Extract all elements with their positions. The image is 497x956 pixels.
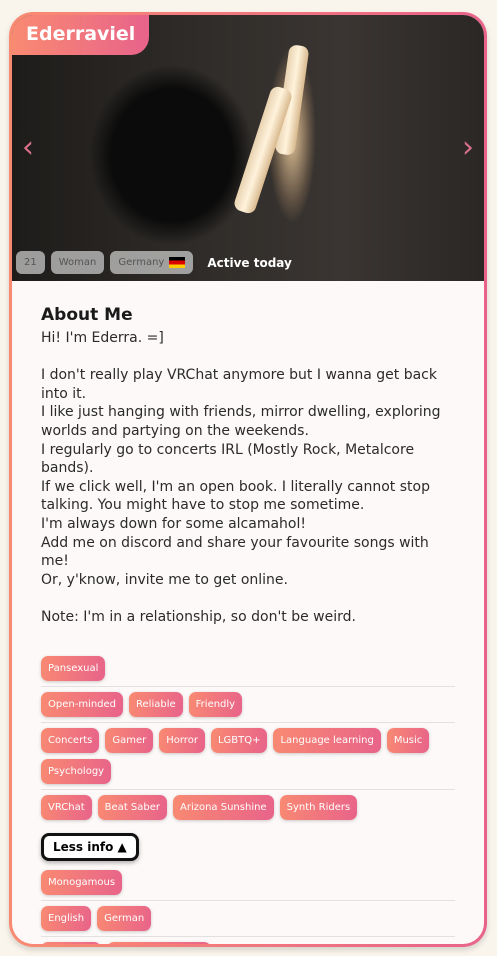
- tag: VRChat: [41, 794, 92, 820]
- tag: Gamer: [105, 727, 154, 753]
- tag: Horror: [159, 727, 205, 753]
- tag: Synth Riders: [279, 794, 358, 820]
- tag-row: Pansexual: [41, 651, 455, 687]
- tag: Pansexual: [41, 655, 106, 681]
- activity-status: Active today: [207, 255, 292, 270]
- tag: Reliable: [129, 691, 183, 717]
- tag-row: English German: [41, 901, 455, 937]
- tag-groups: Pansexual Open-minded Reliable Friendly Conc…: [41, 651, 455, 825]
- age-text: 21: [24, 257, 37, 268]
- profile-name: Ederraviel: [12, 15, 150, 55]
- tag-row: Monogamous: [41, 865, 455, 901]
- about-text: Hi! I'm Ederra. =] I don't really play V…: [41, 330, 441, 625]
- less-info-button[interactable]: Less info ▲: [41, 832, 139, 861]
- tag-row: VRChat Beat Saber Arizona Sunshine Synth Ri…: [41, 790, 455, 825]
- country-text: Germany: [118, 257, 165, 268]
- tag: Open-minded: [41, 691, 124, 717]
- about-heading: About Me: [41, 305, 133, 325]
- tag: Friendly: [188, 691, 243, 717]
- tag: Full-body tracking: [107, 941, 211, 944]
- tag: Language learning: [273, 727, 381, 753]
- tag: Concerts: [41, 727, 100, 753]
- profile-card: Ederraviel ‹ › 21 Woman Germany Active t…: [9, 12, 487, 947]
- tag: German: [97, 905, 152, 931]
- germany-flag-icon: [169, 257, 186, 268]
- tag: Monogamous: [41, 869, 123, 895]
- tag: LGBTQ+: [210, 727, 268, 753]
- extra-tag-groups: Monogamous EnglishGerman SteamVR Full-body …: [41, 865, 455, 944]
- tag: Arizona Sunshine: [173, 794, 274, 820]
- tag-row: Concerts Gamer Horror LGBTQ+ Language learni…: [41, 723, 455, 790]
- previous-photo-icon[interactable]: ‹: [22, 133, 34, 163]
- tag-row: SteamVR Full-body tracking: [41, 937, 455, 944]
- country-badge: Germany: [110, 251, 194, 274]
- next-photo-icon[interactable]: ›: [462, 133, 474, 163]
- gender-text: Woman: [58, 257, 97, 268]
- tag: Music: [386, 727, 430, 753]
- tag: SteamVR: [41, 941, 102, 944]
- age-badge: 21: [16, 251, 45, 274]
- tag: Psychology: [41, 758, 112, 784]
- tag: English: [41, 905, 92, 931]
- tag-row: Open-minded Reliable Friendly: [41, 687, 455, 723]
- tag: Beat Saber: [97, 794, 167, 820]
- gender-badge: Woman: [50, 251, 105, 274]
